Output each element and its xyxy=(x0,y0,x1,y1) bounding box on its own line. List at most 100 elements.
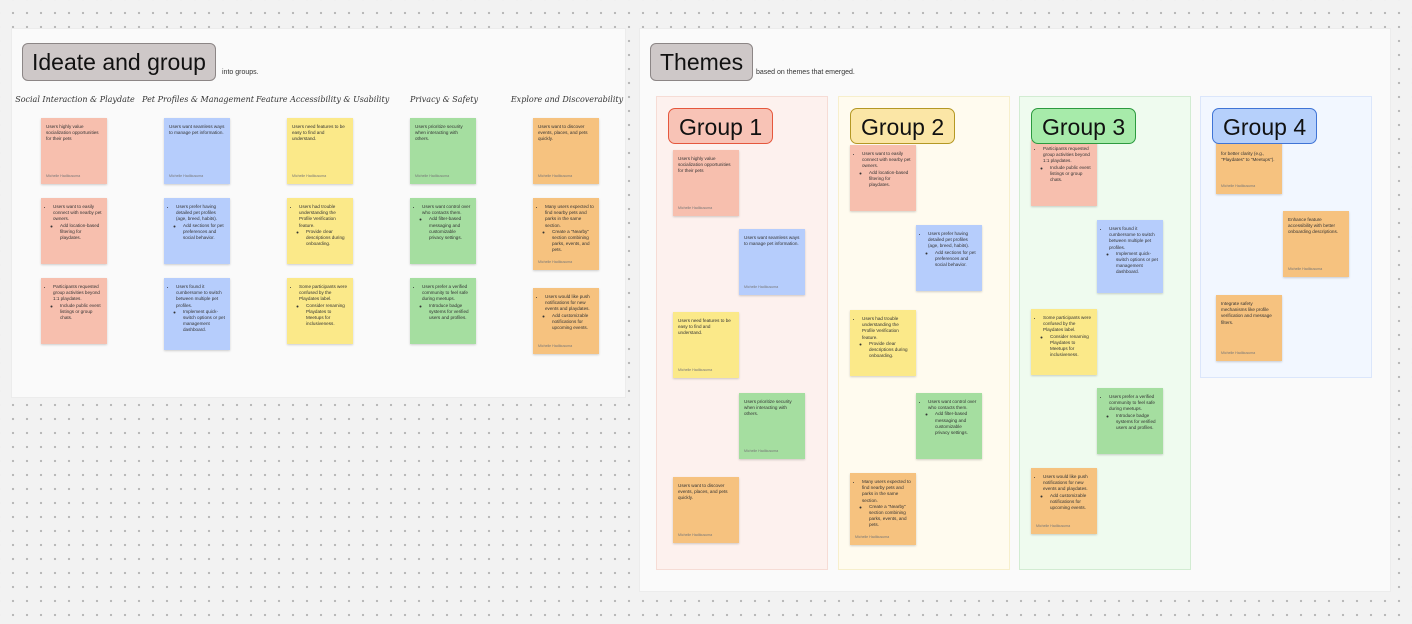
sticky-note[interactable]: Users want control over who contacts the… xyxy=(916,393,982,459)
sticky-note[interactable]: Integrate safety mechanisms like profile… xyxy=(1216,295,1282,361)
sticky-note[interactable]: Users want to easily connect with nearby… xyxy=(41,198,107,264)
group-2-label[interactable]: Group 2 xyxy=(850,108,956,144)
note-text: Users prefer having detailed pet profile… xyxy=(176,204,225,223)
note-text: Users prefer a verified community to fee… xyxy=(422,284,471,303)
note-text: Users would like push notifications for … xyxy=(545,294,594,313)
sticky-note[interactable]: Users highly value socialization opportu… xyxy=(41,118,107,184)
note-subtext: Implement quick-switch options or pet ma… xyxy=(1116,251,1158,276)
sticky-note[interactable]: Users prefer having detailed pet profile… xyxy=(916,225,982,291)
sticky-note[interactable]: Users want seamless ways to manage pet i… xyxy=(164,118,230,184)
note-text: Some participants were confused by the P… xyxy=(1043,315,1092,334)
note-author: Michelle Hadikusuma xyxy=(678,368,713,373)
note-text: Participants requested group activities … xyxy=(1043,146,1092,165)
note-text: Integrate safety mechanisms like profile… xyxy=(1221,301,1272,325)
note-author: Michelle Hadikusuma xyxy=(1221,184,1256,189)
note-author: Michelle Hadikusuma xyxy=(744,449,779,454)
note-subtext: Add customizable notifications for upcom… xyxy=(1050,493,1092,512)
column-header-accessibility: Feature Accessibility & Usability xyxy=(256,95,390,104)
sticky-note[interactable]: Users want to easily connect with nearby… xyxy=(850,145,916,211)
note-text: for better clarity (e.g., "Playdates" to… xyxy=(1221,151,1275,163)
note-text: Users want to easily connect with nearby… xyxy=(53,204,102,223)
note-author: Michelle Hadikusuma xyxy=(415,174,450,179)
sticky-note[interactable]: Some participants were confused by the P… xyxy=(287,278,353,344)
note-text: Users highly value socialization opportu… xyxy=(46,124,99,142)
note-text: Users would like push notifications for … xyxy=(1043,474,1092,493)
sticky-note[interactable]: Users need features to be easy to find a… xyxy=(673,312,739,378)
note-text: Users want seamless ways to manage pet i… xyxy=(744,235,800,247)
column-header-social: Social Interaction & Playdate xyxy=(15,95,135,104)
sticky-note[interactable]: Users prefer a verified community to fee… xyxy=(1097,388,1163,454)
note-text: Users had trouble understanding the Prof… xyxy=(862,316,911,341)
sticky-note[interactable]: Participants requested group activities … xyxy=(1031,140,1097,206)
sticky-note[interactable]: Users found it cumbersome to switch betw… xyxy=(1097,220,1163,293)
sticky-note[interactable]: Participants requested group activities … xyxy=(41,278,107,344)
sticky-note[interactable]: Many users expected to find nearby pets … xyxy=(533,198,599,270)
note-subtext: Add location-based filtering for playdat… xyxy=(869,170,911,189)
sticky-note[interactable]: Users need features to be easy to find a… xyxy=(287,118,353,184)
sticky-note[interactable]: Users highly value socialization opportu… xyxy=(673,150,739,216)
note-text: Users want control over who contacts the… xyxy=(422,204,471,216)
themes-title[interactable]: Themes xyxy=(650,43,754,81)
sticky-note[interactable]: Users prioritize security when interacti… xyxy=(739,393,805,459)
note-text: Users prioritize security when interacti… xyxy=(415,124,463,142)
sticky-note[interactable]: Users had trouble understanding the Prof… xyxy=(850,310,916,376)
note-author: Michelle Hadikusuma xyxy=(1288,267,1323,272)
sticky-note[interactable]: Users want control over who contacts the… xyxy=(410,198,476,264)
note-subtext: Consider renaming Playdates to Meetups f… xyxy=(306,303,348,328)
note-author: Michelle Hadikusuma xyxy=(46,174,81,179)
sticky-note[interactable]: Some participants were confused by the P… xyxy=(1031,309,1097,375)
note-text: Users found it cumbersome to switch betw… xyxy=(176,284,225,309)
note-text: Users had trouble understanding the Prof… xyxy=(299,204,348,229)
note-author: Michelle Hadikusuma xyxy=(292,174,327,179)
note-text: Users prioritize security when interacti… xyxy=(744,399,792,417)
group-1-label[interactable]: Group 1 xyxy=(668,108,774,144)
note-author: Michelle Hadikusuma xyxy=(678,206,713,211)
note-subtext: Add location-based filtering for playdat… xyxy=(60,223,102,242)
note-author: Michelle Hadikusuma xyxy=(1036,524,1071,529)
note-author: Michelle Hadikusuma xyxy=(1221,351,1256,356)
note-text: Participants requested group activities … xyxy=(53,284,102,303)
sticky-note[interactable]: Users would like push notifications for … xyxy=(533,288,599,354)
note-author: Michelle Hadikusuma xyxy=(678,533,713,538)
note-text: Users want seamless ways to manage pet i… xyxy=(169,124,225,136)
note-subtext: Add filter-based messaging and customiza… xyxy=(935,411,977,436)
themes-description: based on themes that emerged. xyxy=(756,69,855,76)
note-text: Users found it cumbersome to switch betw… xyxy=(1109,226,1158,251)
note-author: Michelle Hadikusuma xyxy=(855,535,890,540)
sticky-note[interactable]: Users want seamless ways to manage pet i… xyxy=(739,229,805,295)
note-subtext: Introduce badge systems for verified use… xyxy=(429,303,471,322)
sticky-note[interactable]: Users had trouble understanding the Prof… xyxy=(287,198,353,264)
sticky-note[interactable]: Users prefer having detailed pet profile… xyxy=(164,198,230,264)
note-subtext: Add sections for pet preferences and soc… xyxy=(183,223,225,242)
sticky-note[interactable]: Users found it cumbersome to switch betw… xyxy=(164,278,230,350)
note-text: Some participants were confused by the P… xyxy=(299,284,348,303)
note-text: Many users expected to find nearby pets … xyxy=(862,479,911,504)
note-subtext: Provide clear descriptions during onboar… xyxy=(869,341,911,360)
sticky-note[interactable]: Many users expected to find nearby pets … xyxy=(850,473,916,545)
group-3-label[interactable]: Group 3 xyxy=(1031,108,1137,144)
note-subtext: Provide clear descriptions during onboar… xyxy=(306,229,348,248)
group-4-label[interactable]: Group 4 xyxy=(1212,108,1318,144)
note-text: Users want to easily connect with nearby… xyxy=(862,151,911,170)
note-text: Users want control over who contacts the… xyxy=(928,399,977,411)
note-author: Michelle Hadikusuma xyxy=(538,260,573,265)
note-subtext: Add customizable notifications for upcom… xyxy=(552,313,594,332)
ideate-description: into groups. xyxy=(222,69,259,76)
column-header-explore: Explore and Discoverability xyxy=(510,95,624,104)
sticky-note[interactable]: Enhance feature accessibility with bette… xyxy=(1283,211,1349,277)
note-subtext: Include public event listings or group c… xyxy=(60,303,102,322)
column-header-privacy: Privacy & Safety xyxy=(410,95,478,104)
note-text: Users want to discover events, places, a… xyxy=(538,124,588,142)
note-subtext: Create a "Nearby" section combining park… xyxy=(552,229,594,254)
note-text: Users prefer a verified community to fee… xyxy=(1109,394,1158,413)
sticky-note[interactable]: Users want to discover events, places, a… xyxy=(673,477,739,543)
note-subtext: Create a "Nearby" section combining park… xyxy=(869,504,911,529)
sticky-note[interactable]: Users prefer a verified community to fee… xyxy=(410,278,476,344)
ideate-title[interactable]: Ideate and group xyxy=(22,43,216,81)
column-header-pet-profiles: Pet Profiles & Management xyxy=(142,95,254,104)
sticky-note[interactable]: Users would like push notifications for … xyxy=(1031,468,1097,534)
note-subtext: Add filter-based messaging and customiza… xyxy=(429,216,471,241)
note-text: Users want to discover events, places, a… xyxy=(678,483,728,501)
sticky-note[interactable]: Users prioritize security when interacti… xyxy=(410,118,476,184)
sticky-note[interactable]: Users want to discover events, places, a… xyxy=(533,118,599,184)
